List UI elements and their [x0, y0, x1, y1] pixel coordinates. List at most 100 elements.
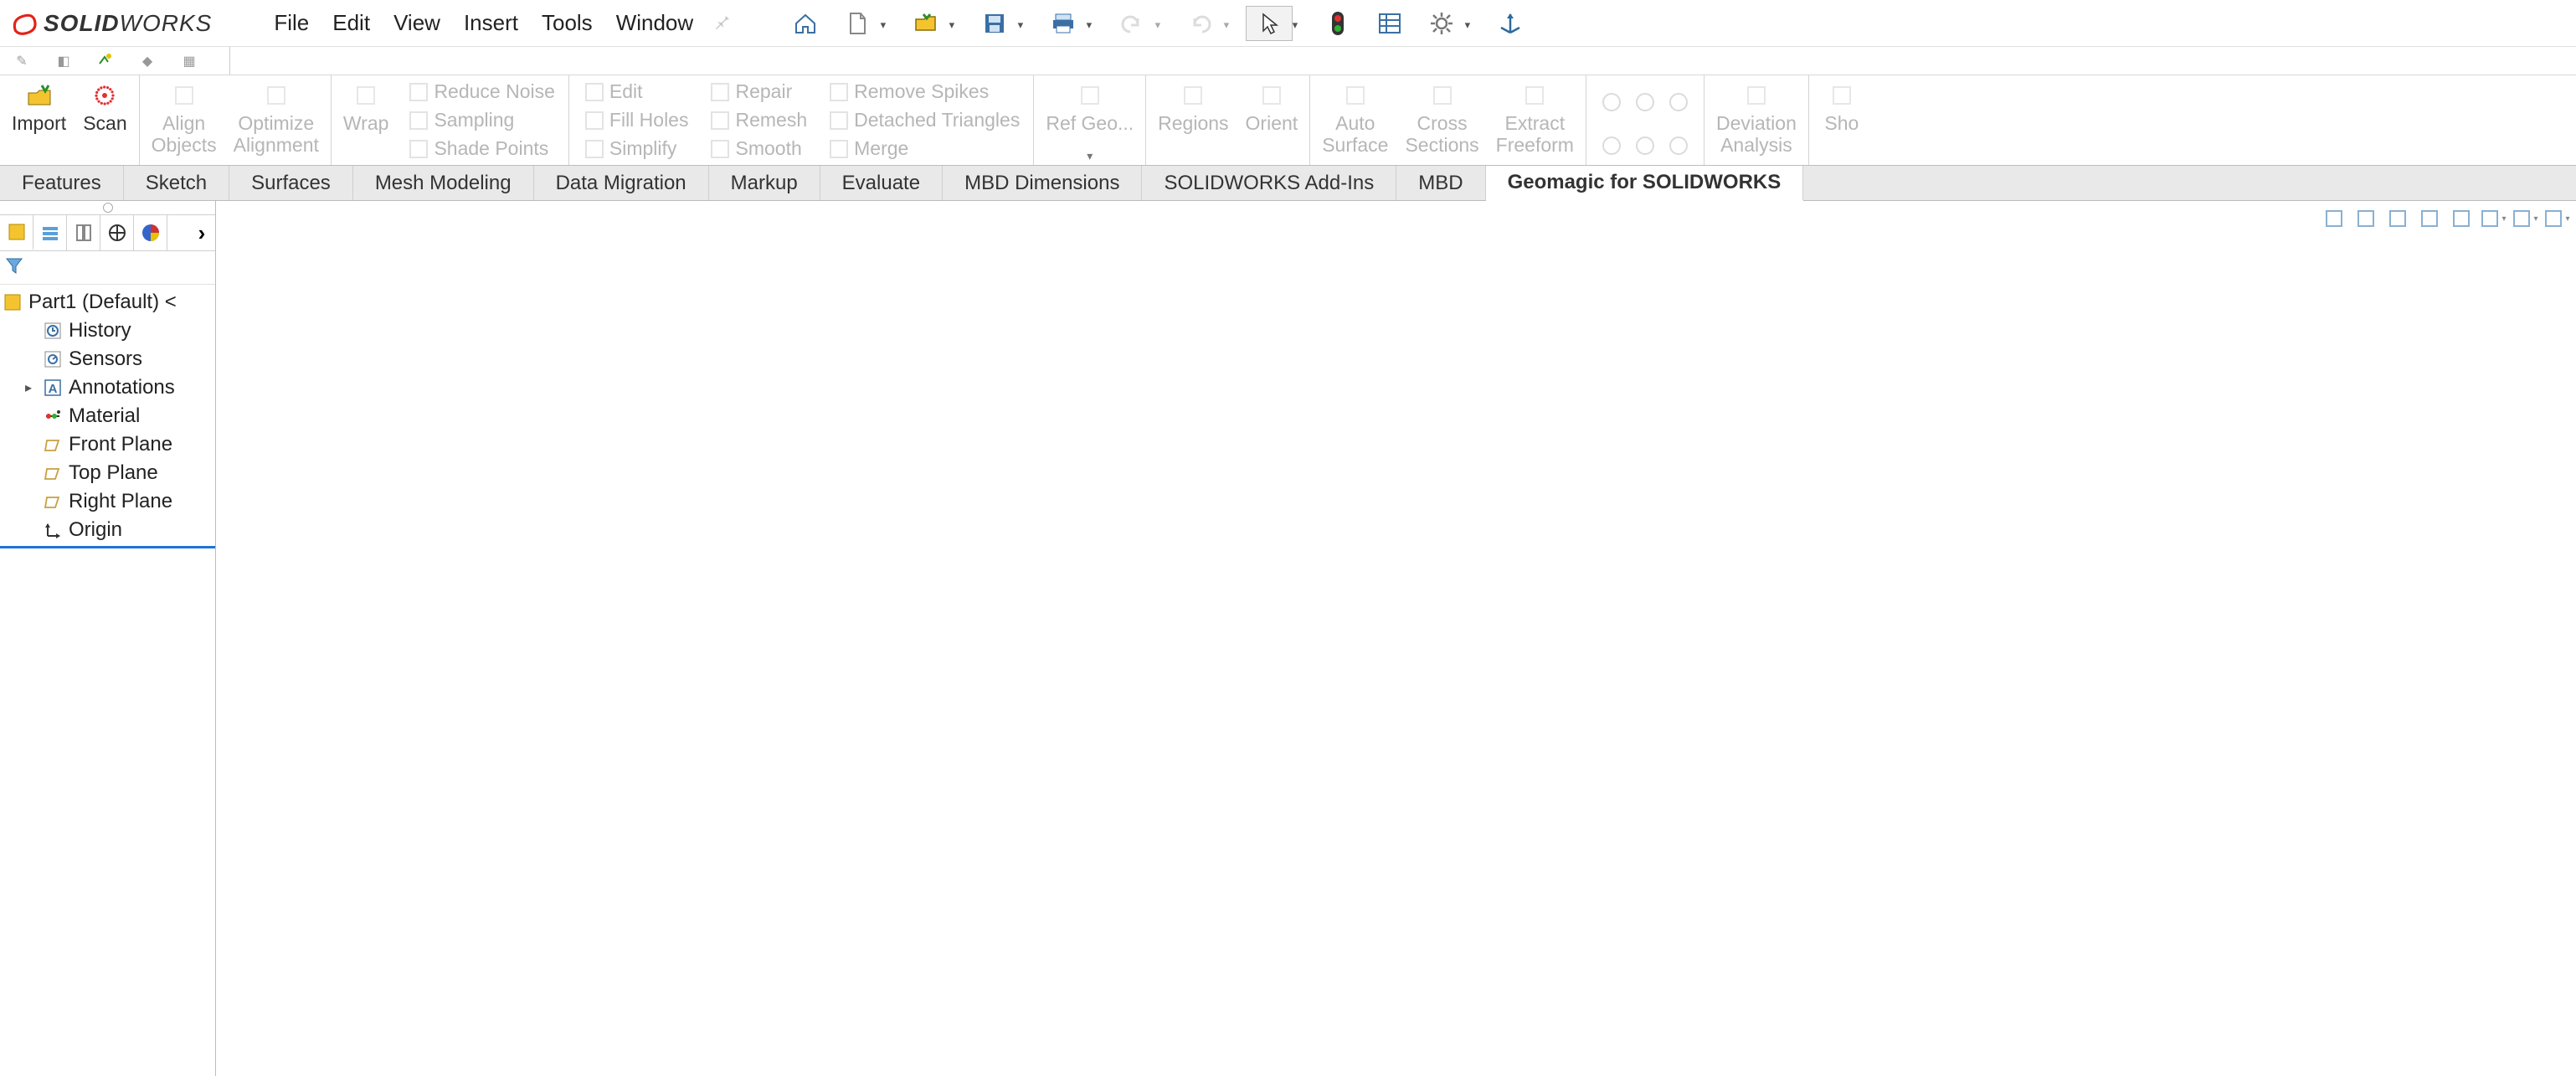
ribbon-curve-button[interactable] — [1663, 126, 1694, 166]
ribbon-sphere-button[interactable] — [1597, 82, 1627, 122]
save-icon[interactable] — [971, 6, 1018, 41]
spikes-icon — [827, 80, 849, 104]
redo-icon[interactable] — [1177, 6, 1224, 41]
plane-icon — [42, 462, 64, 484]
traffic-icon[interactable] — [1314, 6, 1361, 41]
select-icon[interactable] — [1246, 6, 1293, 41]
ribbon-sweep-button[interactable] — [1663, 82, 1694, 122]
ribbon-remesh-button[interactable]: Remesh — [703, 106, 812, 135]
panel-tab-display[interactable] — [134, 215, 167, 250]
ribbon-import-button[interactable]: Import — [3, 75, 75, 165]
tree-node-origin[interactable]: ▸ Origin — [0, 516, 215, 544]
prev-view-button[interactable] — [2383, 204, 2412, 233]
ribbon-shade-button[interactable]: Shade Points — [402, 135, 559, 163]
ribbon-orient-button[interactable]: Orient — [1237, 75, 1307, 165]
view-cube-button[interactable] — [2543, 204, 2571, 233]
ribbon-optimize-button[interactable]: Optimize Alignment — [225, 75, 327, 165]
undo-icon[interactable] — [1108, 6, 1155, 41]
tab-sketch[interactable]: Sketch — [124, 166, 229, 200]
ribbon-regions-button[interactable]: Regions — [1149, 75, 1237, 165]
ribbon-cone-button[interactable] — [1630, 82, 1660, 122]
tree-node-annotations[interactable]: ▸ A Annotations — [0, 373, 215, 402]
ribbon-merge-button[interactable]: Merge — [822, 135, 1025, 163]
ribbon-fill-button[interactable]: Fill Holes — [578, 106, 694, 135]
tree-root[interactable]: Part1 (Default) < — [0, 288, 215, 317]
tab-data-migration[interactable]: Data Migration — [534, 166, 709, 200]
shade-icon — [407, 137, 429, 161]
settings-icon[interactable] — [1418, 6, 1465, 41]
zoom-fit-button[interactable] — [2320, 204, 2348, 233]
display-style-button[interactable] — [2479, 204, 2507, 233]
menu-edit[interactable]: Edit — [321, 7, 382, 39]
tree-node-material-not-specifie[interactable]: ▸ Material — [0, 402, 215, 430]
part-icon — [2, 291, 23, 313]
ribbon-edit-button[interactable]: Edit — [578, 78, 694, 106]
pin-icon[interactable] — [712, 11, 732, 35]
tab-markup[interactable]: Markup — [709, 166, 820, 200]
axis-icon[interactable] — [1487, 6, 1534, 41]
tab-solidworks-add-ins[interactable]: SOLIDWORKS Add-Ins — [1142, 166, 1396, 200]
tree-rollback-bar[interactable] — [0, 546, 215, 548]
tab-mesh-modeling[interactable]: Mesh Modeling — [353, 166, 534, 200]
ribbon-repair-button[interactable]: Repair — [703, 78, 812, 106]
open-icon[interactable] — [902, 6, 949, 41]
macro-btn-4[interactable]: ◆ — [137, 51, 157, 71]
tab-surfaces[interactable]: Surfaces — [229, 166, 353, 200]
section-button[interactable] — [2415, 204, 2444, 233]
filter-icon[interactable] — [3, 255, 25, 281]
ribbon-detached-button[interactable]: Detached Triangles — [822, 106, 1025, 135]
appearance-button[interactable] — [2447, 204, 2476, 233]
panel-tab-property[interactable] — [33, 215, 67, 250]
macro-btn-5[interactable]: ▦ — [179, 51, 199, 71]
ribbon-refgeo-button[interactable]: Ref Geo... ▾ — [1037, 75, 1142, 165]
tree-node-right-plane[interactable]: ▸ Right Plane — [0, 487, 215, 516]
macro-btn-1[interactable]: ✎ — [12, 51, 32, 71]
macro-btn-2[interactable]: ◧ — [54, 51, 74, 71]
menu-view[interactable]: View — [382, 7, 452, 39]
macro-btn-3[interactable] — [95, 51, 116, 71]
panel-handle[interactable] — [0, 201, 215, 214]
tab-evaluate[interactable]: Evaluate — [820, 166, 943, 200]
tree-node-front-plane[interactable]: ▸ Front Plane — [0, 430, 215, 459]
ribbon-sampling-button[interactable]: Sampling — [402, 106, 559, 135]
tab-features[interactable]: Features — [0, 166, 124, 200]
ribbon-cyl-button[interactable] — [1630, 126, 1660, 166]
ribbon-smooth-button[interactable]: Smooth — [703, 135, 812, 163]
ribbon-deviation-button[interactable]: Deviation Analysis — [1708, 75, 1805, 165]
ribbon-reduce-button[interactable]: Reduce Noise — [402, 78, 559, 106]
panel-tab-feature-tree[interactable] — [0, 215, 33, 250]
tree-node-sensors[interactable]: ▸ Sensors — [0, 345, 215, 373]
tab-mbd-dimensions[interactable]: MBD Dimensions — [943, 166, 1142, 200]
print-icon[interactable] — [1040, 6, 1087, 41]
options-panel-icon[interactable] — [1366, 6, 1413, 41]
home-icon[interactable] — [782, 6, 829, 41]
ribbon-simplify-button[interactable]: Simplify — [578, 135, 694, 163]
panel-tab-config[interactable] — [67, 215, 100, 250]
tree-node-top-plane[interactable]: ▸ Top Plane — [0, 459, 215, 487]
menu-tools[interactable]: Tools — [530, 7, 604, 39]
zoom-area-button[interactable] — [2352, 204, 2380, 233]
tab-geomagic-for-solidworks[interactable]: Geomagic for SOLIDWORKS — [1486, 166, 1804, 201]
ribbon-spikes-button[interactable]: Remove Spikes — [822, 78, 1025, 106]
graphics-viewport[interactable] — [216, 201, 2576, 1076]
ribbon-show-button[interactable]: Sho — [1812, 75, 1871, 165]
command-manager-ribbon: Import Scan Align Objects Optimize Align… — [0, 75, 2576, 166]
tree-node-history[interactable]: ▸ History — [0, 317, 215, 345]
ribbon-autosurf-button[interactable]: Auto Surface — [1314, 75, 1396, 165]
reduce-icon — [407, 80, 429, 104]
ribbon-scan-button[interactable]: Scan — [75, 75, 135, 165]
ribbon-cross-button[interactable]: Cross Sections — [1396, 75, 1487, 165]
panel-tab-dimxpert[interactable] — [100, 215, 134, 250]
ribbon-extract-button[interactable]: Extract Freeform — [1488, 75, 1582, 165]
new-icon[interactable] — [834, 6, 881, 41]
panel-tab-more[interactable]: › — [188, 215, 215, 250]
ribbon-torus-button[interactable] — [1597, 126, 1627, 166]
tab-mbd[interactable]: MBD — [1396, 166, 1485, 200]
ribbon-align-button[interactable]: Align Objects — [143, 75, 225, 165]
feature-tree: Part1 (Default) < ▸ History ▸ Sensors ▸ … — [0, 285, 215, 548]
menu-file[interactable]: File — [262, 7, 321, 39]
menu-window[interactable]: Window — [604, 7, 705, 39]
ribbon-wrap-button[interactable]: Wrap — [335, 75, 398, 165]
menu-insert[interactable]: Insert — [452, 7, 530, 39]
hide-show-button[interactable] — [2511, 204, 2539, 233]
